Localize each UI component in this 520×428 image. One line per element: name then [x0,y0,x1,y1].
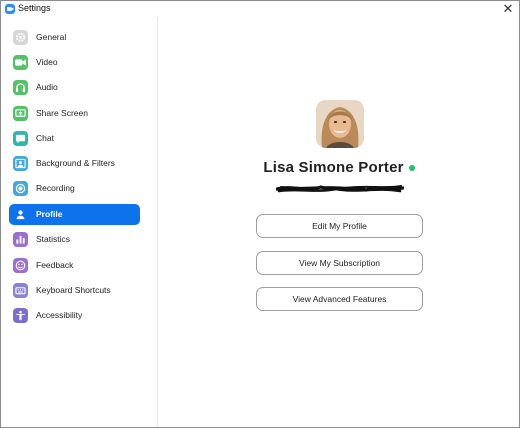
share-screen-icon [13,106,28,121]
profile-avatar[interactable] [316,100,364,148]
sidebar-item-label: Feedback [36,260,74,270]
sidebar-item-share-screen[interactable]: Share Screen [9,103,140,124]
window-title: Settings [18,3,51,13]
sidebar-item-video[interactable]: Video [9,52,140,73]
sidebar-item-chat[interactable]: Chat [9,128,140,149]
background-icon [13,156,28,171]
sidebar-item-accessibility[interactable]: Accessibility [9,305,140,326]
keyboard-icon [13,283,28,298]
sidebar-item-label: Accessibility [36,310,83,320]
settings-window: Settings ✕ General Video Audio Share Scr… [0,0,520,428]
edit-my-profile-button[interactable]: Edit My Profile [256,214,423,238]
sidebar-item-general[interactable]: General [9,27,140,48]
sidebar-item-label: Keyboard Shortcuts [36,285,111,295]
gear-icon [13,30,28,45]
profile-panel: Lisa Simone Porter Edit My Profile View … [159,17,519,427]
sidebar-item-keyboard-shortcuts[interactable]: Keyboard Shortcuts [9,280,140,301]
close-button[interactable]: ✕ [499,1,517,17]
sidebar-item-feedback[interactable]: Feedback [9,255,140,276]
profile-name: Lisa Simone Porter [263,159,404,176]
redacted-email-scribble [276,185,404,193]
profile-name-row: Lisa Simone Porter [159,159,519,177]
sidebar-item-label: Profile [36,209,63,219]
sidebar-item-label: Video [36,57,58,67]
online-status-icon [408,164,415,171]
view-my-subscription-button[interactable]: View My Subscription [256,251,423,275]
sidebar-item-label: Chat [36,133,54,143]
sidebar-item-label: Share Screen [36,108,88,118]
sidebar-item-audio[interactable]: Audio [9,77,140,98]
sidebar-item-label: General [36,32,67,42]
view-advanced-features-button[interactable]: View Advanced Features [256,287,423,311]
sidebar-item-label: Background & Filters [36,158,115,168]
settings-sidebar: General Video Audio Share Screen Chat Ba… [1,17,158,427]
record-icon [13,181,28,196]
sidebar-item-label: Recording [36,183,75,193]
sidebar-item-statistics[interactable]: Statistics [9,229,140,250]
sidebar-item-recording[interactable]: Recording [9,178,140,199]
avatar-photo [316,100,364,148]
sidebar-item-label: Statistics [36,234,71,244]
profile-icon [13,207,28,222]
statistics-icon [13,232,28,247]
accessibility-icon [13,308,28,323]
chat-icon [13,131,28,146]
sidebar-item-label: Audio [36,82,58,92]
headphones-icon [13,80,28,95]
title-bar: Settings ✕ [1,1,519,17]
video-icon [13,55,28,70]
feedback-icon [13,258,28,273]
sidebar-item-background-filters[interactable]: Background & Filters [9,153,140,174]
sidebar-item-profile[interactable]: Profile [9,204,140,225]
zoom-app-icon [5,4,15,14]
